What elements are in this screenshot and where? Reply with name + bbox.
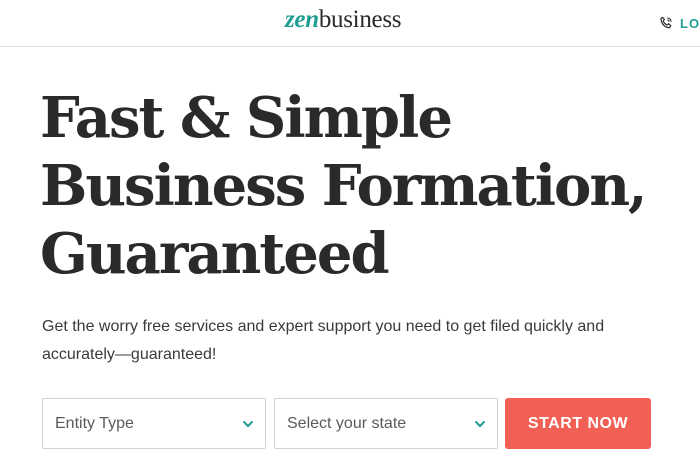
login-link[interactable]: LO — [658, 13, 700, 33]
logo-business-text: business — [318, 6, 402, 33]
chevron-down-icon — [243, 421, 253, 427]
entity-type-placeholder: Entity Type — [55, 414, 134, 432]
zenbusiness-logo[interactable]: zenbusiness — [285, 6, 401, 34]
chevron-down-icon — [475, 421, 485, 427]
headline-line-2: Business Formation, — [40, 153, 648, 219]
headline-line-1: Fast & Simple — [40, 85, 453, 151]
hero-headline: Fast & Simple Business Formation, Guaran… — [40, 84, 680, 288]
headline-line-3: Guaranteed — [40, 221, 390, 287]
logo-zen-text: zen — [285, 6, 319, 33]
hero-subtext: Get the worry free services and expert s… — [42, 318, 605, 363]
start-now-button[interactable]: START NOW — [505, 398, 651, 449]
entity-type-select[interactable]: Entity Type — [42, 398, 266, 449]
login-label: LO — [680, 15, 700, 31]
state-placeholder: Select your state — [287, 414, 407, 432]
top-nav-bar: zenbusiness LO — [0, 0, 700, 47]
phone-icon — [660, 16, 672, 29]
state-select[interactable]: Select your state — [274, 398, 498, 449]
